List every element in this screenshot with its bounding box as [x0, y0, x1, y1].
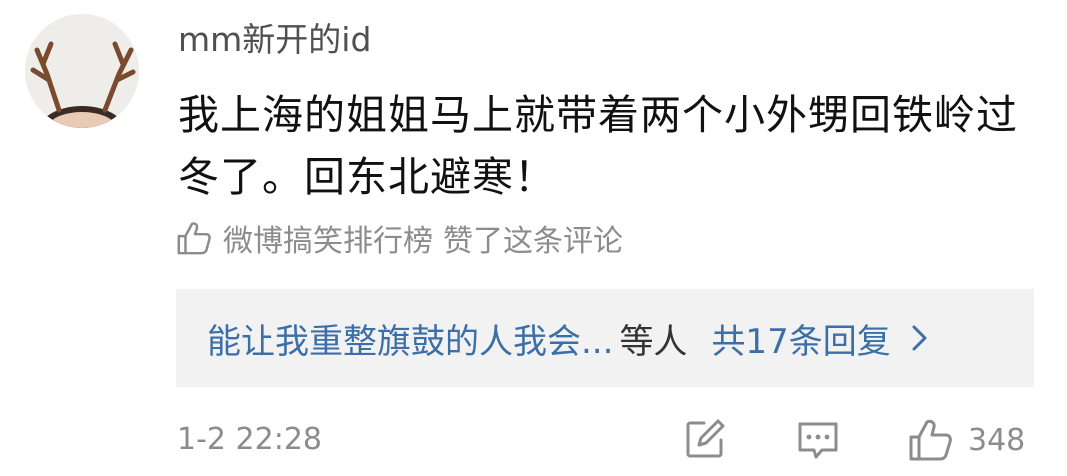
- thumb-up-icon: [909, 419, 952, 461]
- liked-by-note: 微博搞笑排行榜 赞了这条评论: [175, 216, 623, 260]
- avatar-image: [25, 14, 139, 128]
- reply-authors-suffix: 等人: [619, 321, 688, 362]
- like-count: 348: [968, 422, 1026, 458]
- comment-icon: [798, 422, 838, 459]
- liked-suffix: 赞了这条评论: [443, 224, 623, 259]
- reply-count-link[interactable]: 共17条回复: [711, 314, 890, 363]
- chevron-right-icon[interactable]: [909, 323, 931, 353]
- thumb-up-outline-icon: [177, 222, 211, 255]
- comment-text: 我上海的姐姐马上就带着两个小外甥回铁岭过冬了。回东北避寒！: [178, 91, 1018, 201]
- like-button[interactable]: 348: [908, 418, 1025, 462]
- reply-authors[interactable]: 能让我重整旗鼓的人我会...: [207, 314, 613, 363]
- liker-name[interactable]: 微博搞笑排行榜: [223, 216, 433, 260]
- comment-footer: 1-2 22:28 348: [0, 414, 1067, 470]
- edit-button[interactable]: [684, 418, 726, 460]
- username[interactable]: mm新开的id: [178, 20, 371, 60]
- timestamp: 1-2 22:28: [177, 422, 322, 457]
- reply-button[interactable]: [796, 418, 840, 462]
- avatar[interactable]: [25, 14, 139, 128]
- edit-icon: [686, 419, 725, 458]
- replies-box[interactable]: 能让我重整旗鼓的人我会... 等人 共17条回复: [176, 289, 1034, 387]
